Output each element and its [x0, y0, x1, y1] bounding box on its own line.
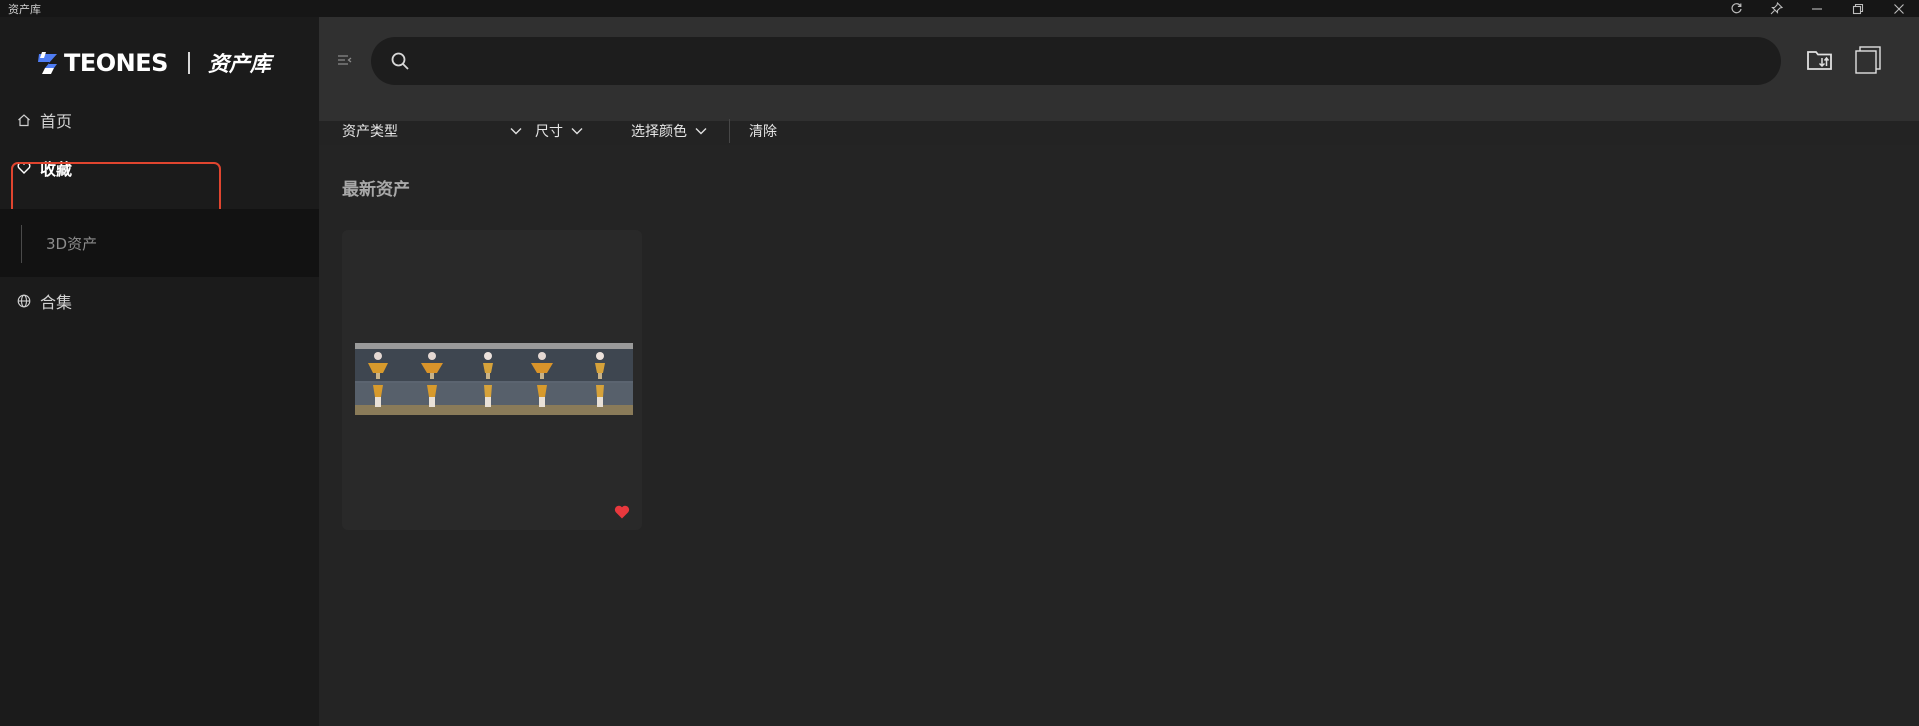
app-name: 资产库 [207, 52, 271, 76]
title-bar: 资产库 [0, 0, 1919, 17]
favorites-submenu: 3D资产 [0, 209, 319, 277]
main-content: 最新资产 [319, 145, 1919, 726]
close-icon[interactable] [1886, 0, 1912, 17]
asset-card[interactable] [342, 230, 642, 530]
chevron-down-icon [695, 128, 707, 135]
sidebar-item-label: 首页 [40, 112, 73, 131]
chevron-down-icon [571, 128, 583, 135]
minimize-icon[interactable] [1804, 0, 1830, 17]
clear-label: 清除 [749, 124, 777, 140]
chevron-down-icon [510, 128, 522, 135]
teones-logo-icon [38, 52, 57, 74]
collapse-sidebar-icon[interactable] [336, 52, 354, 70]
refresh-icon[interactable] [1723, 0, 1749, 17]
size-label: 尺寸 [535, 124, 563, 140]
brand-name: TEONES [64, 49, 168, 77]
asset-thumbnail [355, 343, 633, 415]
sidebar-item-home[interactable]: 首页 [0, 96, 319, 144]
filter-divider [729, 119, 730, 143]
window-title: 资产库 [8, 3, 41, 16]
asset-type-label: 资产类型 [342, 124, 398, 140]
logo-divider [187, 52, 190, 74]
sidebar-item-3d-assets[interactable]: 3D资产 [46, 233, 97, 254]
sidebar-item-collections[interactable]: 合集 [0, 277, 319, 325]
search-input[interactable] [423, 37, 1763, 85]
submenu-line [21, 225, 22, 263]
search-icon[interactable] [389, 50, 411, 72]
section-title: 最新资产 [342, 180, 410, 200]
sidebar-item-label: 合集 [40, 293, 73, 312]
pin-icon[interactable] [1763, 0, 1789, 17]
sidebar: TEONES 资产库 首页 收藏 3D资产 合集 [0, 17, 319, 726]
favorite-heart-icon[interactable] [614, 504, 630, 519]
app-logo[interactable]: TEONES 资产库 [36, 47, 271, 79]
home-icon [17, 113, 31, 127]
multi-window-icon[interactable] [1854, 45, 1884, 75]
color-label: 选择颜色 [631, 124, 687, 140]
import-folder-icon[interactable] [1805, 45, 1835, 75]
globe-icon [17, 294, 31, 308]
top-bar: 资产类型 尺寸 选择颜色 清除 [319, 17, 1919, 143]
search-bar [371, 37, 1781, 85]
restore-icon[interactable] [1845, 0, 1871, 17]
